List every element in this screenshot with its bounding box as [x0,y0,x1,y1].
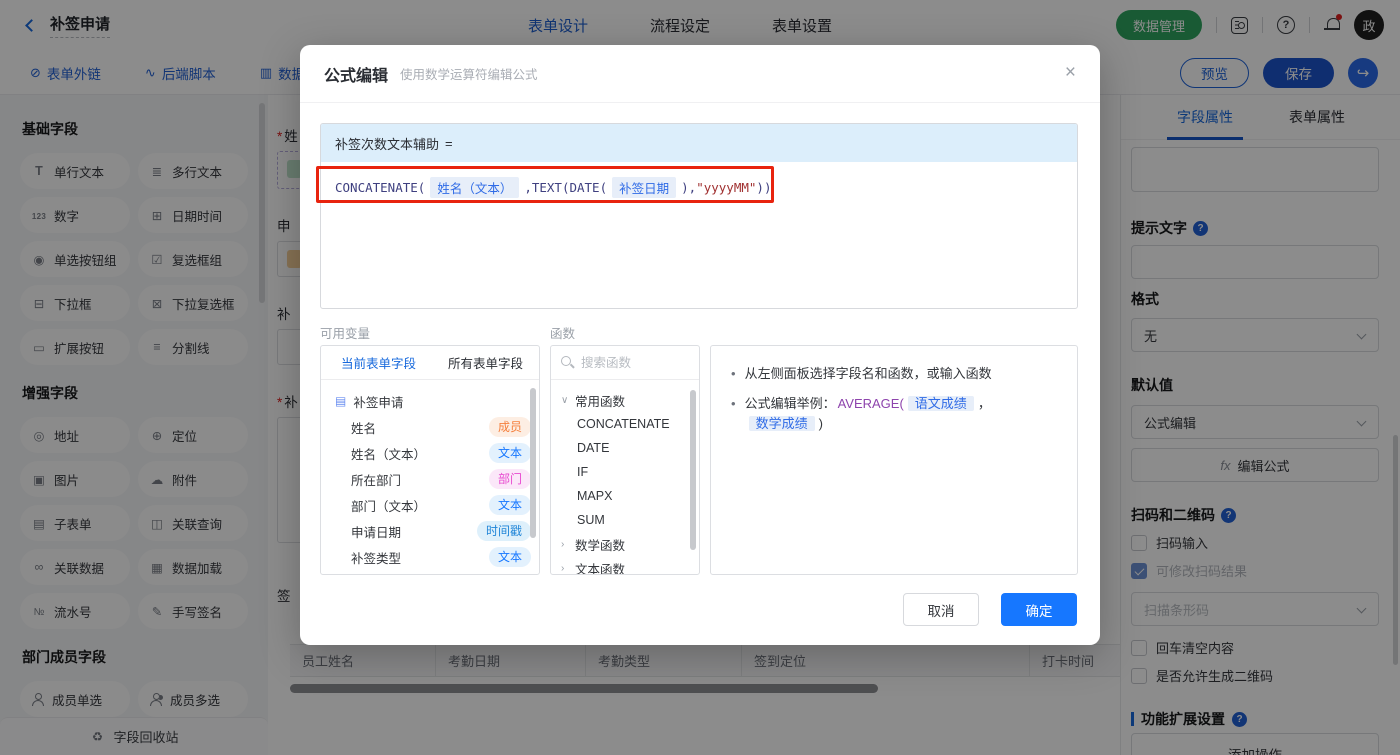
tab-all-form-fields[interactable]: 所有表单字段 [448,353,523,372]
search-icon [561,356,574,369]
example-close-paren: ) [818,416,823,431]
variable-tree-root[interactable]: 补签申请 [321,388,539,414]
formula-target-strip: 补签次数文本辅助 = [321,124,1077,162]
functions-panel-label: 函数 [550,327,576,341]
function-item-if[interactable]: IF [551,460,699,484]
example-field-chip: 数学成绩 [748,416,815,431]
tab-current-form-fields[interactable]: 当前表单字段 [341,353,416,372]
help-text: 从左侧面板选择字段名和函数，或输入函数 [744,366,992,381]
example-field-chip: 语文成绩 [907,396,974,411]
type-badge: 文本 [488,547,531,567]
function-list: 常用函数 CONCATENATE DATE IF MAPX SUM 数学函数 文… [551,380,699,575]
variable-item[interactable]: 所在部门 部门 [321,466,539,492]
variables-scrollbar[interactable] [530,388,536,538]
tree-root-label: 补签申请 [353,395,404,410]
caret-right-icon [561,563,569,574]
function-group-math[interactable]: 数学函数 [551,532,699,556]
variable-name: 部门（文本） [351,499,427,514]
variable-name: 所在部门 [351,473,402,488]
help-bullet-example: 公式编辑举例：AVERAGE(语文成绩， 数学成绩) [731,394,1057,434]
function-item-sum[interactable]: SUM [551,508,699,532]
type-badge: 成员 [488,417,531,437]
example-function: AVERAGE( [837,396,904,411]
formula-editor[interactable]: 补签次数文本辅助 = CONCATENATE( 姓名（文本） ,TEXT(DAT… [320,123,1078,309]
close-icon[interactable]: × [1065,63,1076,82]
type-badge: 时间戳 [476,521,531,541]
formula-field-chip[interactable]: 补签日期 [612,177,677,198]
function-search[interactable] [551,346,699,380]
form-doc-icon [335,394,346,408]
function-search-input[interactable] [581,355,681,370]
type-badge: 部门 [488,469,531,489]
function-group-text[interactable]: 文本函数 [551,556,699,575]
group-label: 数学函数 [575,538,626,553]
function-item-mapx[interactable]: MAPX [551,484,699,508]
variable-item[interactable]: 姓名 成员 [321,414,539,440]
help-bullet: 从左侧面板选择字段名和函数，或输入函数 [731,364,1057,384]
variables-panel: 当前表单字段 所有表单字段 补签申请 姓名成员 姓名（文本）文本 所在部门部门 … [320,345,540,575]
group-label: 文本函数 [575,562,626,575]
formula-edit-modal: 公式编辑 使用数学运算符编辑公式 × 补签次数文本辅助 = CONCATENAT… [300,45,1100,645]
badge-fragment [477,574,523,575]
formula-expression[interactable]: CONCATENATE( 姓名（文本） ,TEXT(DATE( 补签日期 ), … [321,162,1077,198]
functions-scrollbar[interactable] [690,390,696,550]
variables-tabs: 当前表单字段 所有表单字段 [321,346,539,380]
formula-help-panel: 从左侧面板选择字段名和函数，或输入函数 公式编辑举例：AVERAGE(语文成绩，… [710,345,1078,575]
type-badge: 文本 [488,443,531,463]
function-item-date[interactable]: DATE [551,436,699,460]
variable-item[interactable]: 补签类型 文本 [321,544,539,570]
variable-item-partial[interactable] [321,570,539,575]
formula-target-name: 补签次数文本辅助 [335,136,440,152]
variable-item[interactable]: 部门（文本） 文本 [321,492,539,518]
formula-string-literal: "yyyyMM" [696,180,757,195]
help-text: 公式编辑举例：AVERAGE(语文成绩， 数学成绩) [745,394,1057,434]
variable-name: 姓名（文本） [351,447,427,462]
caret-right-icon [561,539,569,550]
variable-name: 补签类型 [351,551,402,566]
group-label: 常用函数 [575,394,626,409]
variables-panel-label: 可用变量 [320,327,371,341]
example-prefix: 公式编辑举例： [744,396,836,411]
function-group-common[interactable]: 常用函数 [551,388,699,412]
app-root: 补签申请 表单设计 流程设定 表单设置 数据管理 政 ⊘表单外链 ∿后端脚本 ▥… [0,0,1400,755]
modal-subtitle: 使用数学运算符编辑公式 [400,68,538,82]
cancel-button[interactable]: 取消 [903,593,979,626]
caret-down-icon [561,395,569,406]
formula-function: CONCATENATE( [335,180,426,195]
variable-item[interactable]: 姓名（文本） 文本 [321,440,539,466]
formula-function: )) [756,180,772,195]
equals-sign: = [445,135,453,151]
modal-title: 公式编辑 [324,67,389,85]
formula-function: ), [681,180,697,195]
variable-name: 申请日期 [351,525,402,540]
functions-panel: 常用函数 CONCATENATE DATE IF MAPX SUM 数学函数 文… [550,345,700,575]
formula-function: ,TEXT(DATE( [524,180,608,195]
confirm-button[interactable]: 确定 [1001,593,1077,626]
formula-field-chip[interactable]: 姓名（文本） [430,177,520,198]
modal-header: 公式编辑 使用数学运算符编辑公式 × [300,45,1100,103]
variable-name: 姓名 [351,421,377,436]
type-badge: 文本 [488,495,531,515]
variable-item[interactable]: 申请日期 时间戳 [321,518,539,544]
example-comma: ， [977,396,991,411]
function-item-concatenate[interactable]: CONCATENATE [551,412,699,436]
